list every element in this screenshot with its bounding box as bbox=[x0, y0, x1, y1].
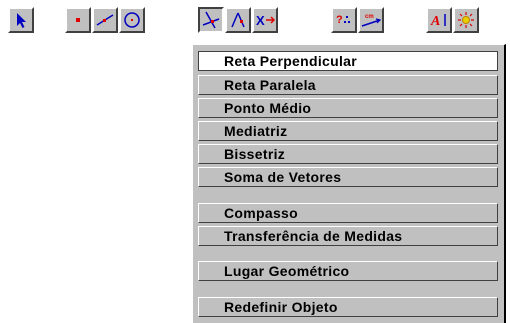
arrow-pointer-icon bbox=[17, 13, 26, 28]
toolbar-button-text[interactable]: A bbox=[426, 7, 452, 33]
menu-item-reta-perpendicular[interactable]: Reta Perpendicular bbox=[198, 51, 498, 71]
svg-text:X: X bbox=[256, 13, 265, 28]
text-icon: A bbox=[430, 14, 446, 29]
toolbar-button-macro[interactable]: ? bbox=[331, 7, 357, 33]
toolbar-button-intersection[interactable] bbox=[225, 7, 251, 33]
svg-text:cm: cm bbox=[365, 14, 374, 20]
display-sun-icon bbox=[458, 12, 474, 28]
menu-item-compasso[interactable]: Compasso bbox=[198, 203, 498, 223]
intersection-icon bbox=[231, 12, 245, 28]
svg-text:?: ? bbox=[336, 14, 343, 26]
question-dots-icon: ? bbox=[336, 14, 350, 26]
menu-item-reta-paralela[interactable]: Reta Paralela bbox=[198, 75, 498, 95]
line-icon bbox=[96, 14, 114, 26]
menu-item-lugar-geometrico[interactable]: Lugar Geométrico bbox=[198, 261, 498, 281]
construct-menu: Reta Perpendicular Reta Paralela Ponto M… bbox=[192, 44, 506, 323]
toolbar-button-line[interactable] bbox=[92, 7, 118, 33]
toolbar-button-point[interactable] bbox=[65, 7, 91, 33]
menu-item-soma-de-vetores[interactable]: Soma de Vetores bbox=[198, 167, 498, 187]
menu-item-bissetriz[interactable]: Bissetriz bbox=[198, 144, 498, 164]
text-icon-label: A bbox=[430, 14, 440, 29]
perpendicular-icon bbox=[202, 11, 220, 29]
point-icon bbox=[76, 18, 80, 22]
menu-item-mediatriz[interactable]: Mediatriz bbox=[198, 121, 498, 141]
toolbar-button-construct[interactable] bbox=[198, 7, 224, 33]
transform-icon: X bbox=[256, 13, 275, 28]
measure-cm-icon: cm bbox=[361, 14, 381, 27]
toolbar-button-measure[interactable]: cm bbox=[358, 7, 384, 33]
menu-item-ponto-medio[interactable]: Ponto Médio bbox=[198, 98, 498, 118]
menu-item-transferencia-de-medidas[interactable]: Transferência de Medidas bbox=[198, 226, 498, 246]
toolbar-button-display[interactable] bbox=[453, 7, 479, 33]
toolbar-button-circle[interactable] bbox=[119, 7, 145, 33]
circle-icon bbox=[124, 12, 140, 28]
toolbar: X ? cm A bbox=[0, 0, 510, 40]
toolbar-button-pointer[interactable] bbox=[8, 7, 34, 33]
menu-item-redefinir-objeto[interactable]: Redefinir Objeto bbox=[198, 297, 498, 317]
toolbar-button-transform[interactable]: X bbox=[252, 7, 278, 33]
